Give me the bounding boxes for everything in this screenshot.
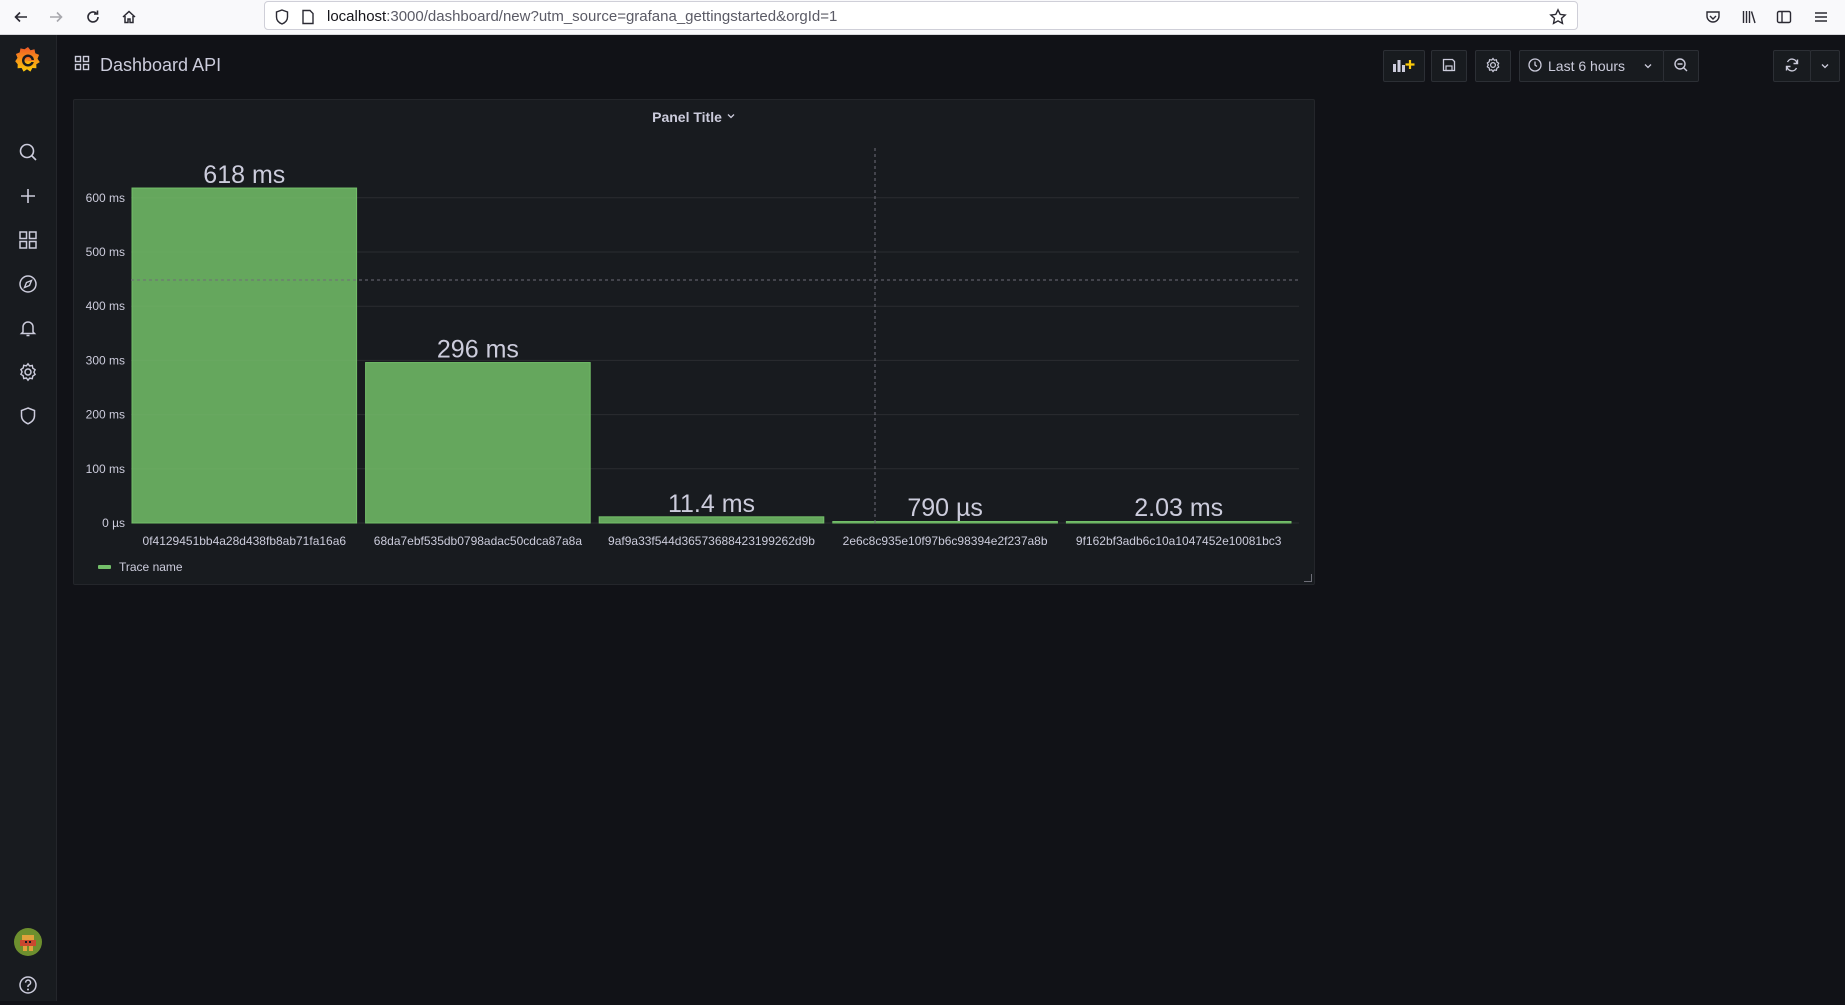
forward-icon[interactable]	[43, 4, 69, 30]
bar-value-label: 2.03 ms	[1134, 494, 1223, 522]
configuration-gear-icon[interactable]	[0, 352, 56, 392]
panel-resize-handle[interactable]	[1304, 574, 1312, 582]
x-tick-label: 2e6c8c935e10f97b6c98394e2f237a8b	[843, 534, 1048, 548]
bar-chart[interactable]: 0 µs 100 ms 200 ms 300 ms 400 ms 500 ms 600 ms…	[74, 100, 1316, 586]
chevron-down-icon	[1820, 58, 1830, 74]
legend-swatch	[98, 565, 111, 569]
server-admin-shield-icon[interactable]	[0, 396, 56, 436]
x-tick-label: 9af9a33f544d36573688423199262d9b	[608, 534, 815, 548]
legend-label[interactable]: Trace name	[119, 560, 183, 574]
bar-chart-panel[interactable]: Panel Title 0 µs 100 ms 200 ms 300 ms 400 ms…	[73, 99, 1315, 585]
refresh-button[interactable]	[1773, 50, 1811, 82]
y-tick-label: 300 ms	[86, 353, 125, 367]
dashboard-settings-button[interactable]	[1475, 50, 1511, 82]
save-dashboard-button[interactable]	[1431, 50, 1467, 82]
save-icon	[1442, 58, 1456, 75]
explore-compass-icon[interactable]	[0, 264, 56, 304]
refresh-icon	[1784, 57, 1800, 76]
dashboards-icon[interactable]	[0, 220, 56, 260]
y-tick-label: 200 ms	[86, 408, 125, 422]
y-tick-label: 500 ms	[86, 245, 125, 259]
x-tick-label: 9f162bf3adb6c10a1047452e10081bc3	[1076, 534, 1282, 548]
dashboard-grid-icon	[74, 55, 90, 76]
page-title[interactable]: Dashboard API	[100, 55, 221, 76]
user-avatar[interactable]	[0, 922, 56, 962]
pocket-icon[interactable]	[1701, 5, 1725, 29]
page-info-icon[interactable]	[299, 8, 317, 26]
url-path: :3000/dashboard/new?utm_source=grafana_g…	[386, 8, 838, 25]
search-icon[interactable]	[0, 132, 56, 172]
shield-icon[interactable]	[273, 8, 291, 26]
bar-value-label: 790 µs	[907, 494, 983, 522]
refresh-interval-dropdown[interactable]	[1810, 50, 1840, 82]
dashboard-navbar: Dashboard API Last 6 hours	[57, 35, 1845, 97]
bar-value-label: 618 ms	[203, 161, 285, 189]
bar	[365, 362, 591, 524]
legend[interactable]: Trace name	[98, 560, 183, 574]
side-menu	[0, 35, 57, 1001]
bookmark-star-icon[interactable]	[1549, 8, 1567, 26]
help-icon[interactable]	[0, 965, 56, 1005]
bar-value-label: 11.4 ms	[668, 490, 755, 518]
x-tick-label: 68da7ebf535db0798adac50cdca87a8a	[374, 534, 583, 548]
url-text: localhost:3000/dashboard/new?utm_source=…	[327, 8, 837, 25]
y-tick-label: 400 ms	[86, 299, 125, 313]
reload-icon[interactable]	[80, 4, 106, 30]
bar	[131, 187, 358, 524]
zoom-out-button[interactable]	[1663, 50, 1699, 82]
url-host: localhost	[327, 8, 387, 25]
bar-value-label: 296 ms	[437, 336, 519, 364]
zoom-out-icon	[1673, 57, 1689, 76]
library-icon[interactable]	[1737, 5, 1761, 29]
alerting-bell-icon[interactable]	[0, 308, 56, 348]
y-tick-label: 100 ms	[86, 462, 125, 476]
y-tick-label: 600 ms	[86, 191, 125, 205]
time-range-picker[interactable]: Last 6 hours	[1519, 50, 1664, 82]
sidebar-toggle-icon[interactable]	[1772, 5, 1796, 29]
grafana-logo[interactable]	[12, 44, 44, 76]
settings-gear-icon	[1485, 56, 1501, 76]
chevron-down-icon	[1643, 58, 1653, 74]
y-tick-label: 0 µs	[102, 516, 125, 530]
dashboard-title-area: Dashboard API	[74, 55, 221, 76]
x-tick-label: 0f4129451bb4a28d438fb8ab71fa16a6	[143, 534, 347, 548]
clock-icon	[1528, 57, 1542, 75]
url-bar[interactable]: localhost:3000/dashboard/new?utm_source=…	[264, 1, 1578, 30]
home-icon[interactable]	[116, 4, 142, 30]
time-range-label: Last 6 hours	[1548, 58, 1626, 74]
menu-icon[interactable]	[1809, 5, 1833, 29]
back-icon[interactable]	[8, 4, 34, 30]
plus-icon[interactable]	[0, 176, 56, 216]
add-panel-button[interactable]	[1383, 50, 1425, 82]
browser-toolbar: localhost:3000/dashboard/new?utm_source=…	[0, 0, 1845, 35]
add-panel-icon	[1392, 56, 1416, 77]
